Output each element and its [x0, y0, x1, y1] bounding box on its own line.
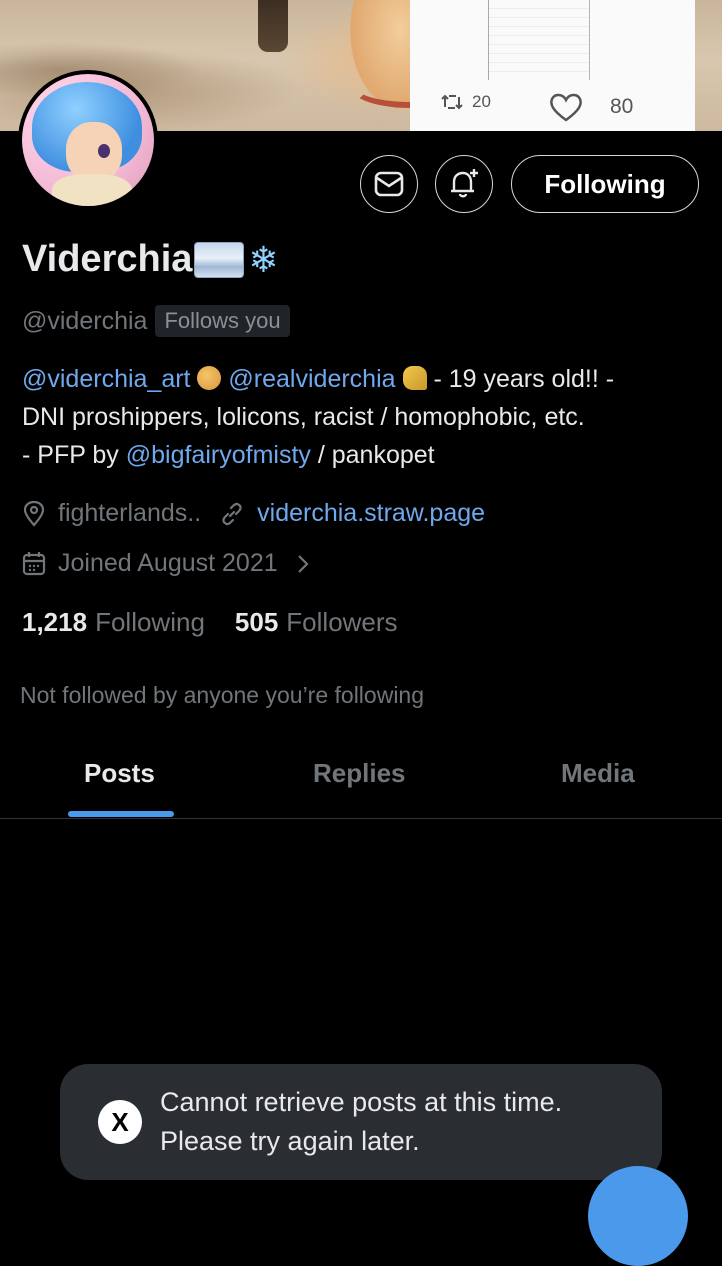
- following-count: 1,218: [22, 607, 88, 637]
- bio-text-age: - 19 years old!! -: [433, 365, 615, 393]
- bio-mention-art[interactable]: @viderchia_art: [22, 365, 191, 393]
- heart-icon: [550, 93, 582, 122]
- tab-media[interactable]: Media: [561, 758, 635, 789]
- toast-line-1: Cannot retrieve posts at this time.: [160, 1087, 563, 1117]
- message-button[interactable]: [360, 155, 418, 213]
- location: fighterlands..: [58, 499, 202, 527]
- link-icon: [222, 502, 242, 525]
- follows-you-badge: Follows you: [155, 305, 290, 337]
- followers-count: 505: [234, 607, 279, 637]
- followers-count-link[interactable]: 505 Followers: [235, 607, 398, 638]
- toast-line-2: Please try again later.: [160, 1126, 420, 1156]
- fog-emoji-icon: [194, 241, 245, 278]
- banner-retweet-count: 20: [472, 92, 491, 111]
- avatar-image: [22, 74, 154, 206]
- bio-text-pfp-suffix: / pankopet: [310, 441, 435, 469]
- following-count-link[interactable]: 1,218 Following: [22, 607, 205, 638]
- display-name: Viderchia: [22, 238, 193, 280]
- not-followed-note: Not followed by anyone you’re following: [20, 682, 425, 708]
- snowflake-emoji-icon: ❄: [248, 238, 279, 280]
- active-tab-indicator: [68, 811, 174, 817]
- palette-emoji-icon: [197, 366, 222, 390]
- bio-text-pfp-prefix: - PFP by: [22, 441, 126, 469]
- following-button[interactable]: Following: [511, 155, 699, 213]
- x-logo-icon: X: [98, 1100, 142, 1144]
- location-website-row: fighterlands.. viderchia.straw.page: [22, 499, 485, 528]
- banner-figure: [258, 0, 288, 52]
- avatar[interactable]: [18, 70, 158, 210]
- banner-like-count: 80: [610, 95, 634, 118]
- follow-counts: 1,218 Following 505 Followers: [22, 607, 398, 638]
- bio-text-dni: DNI proshippers, lolicons, racist / homo…: [22, 403, 585, 431]
- calendar-icon: [22, 551, 46, 575]
- tab-posts[interactable]: Posts: [84, 758, 155, 789]
- chevron-right-icon: [297, 554, 309, 573]
- location-pin-icon: [23, 500, 45, 527]
- banner-retweet-stat: 20: [440, 92, 491, 112]
- handle-row: @viderchia Follows you: [22, 305, 290, 337]
- display-name-row: Viderchia ❄: [22, 238, 279, 281]
- key-emoji-icon: [402, 366, 427, 390]
- bell-plus-icon: [451, 169, 478, 198]
- notifications-button[interactable]: [435, 155, 493, 213]
- bio: @viderchia_art @realviderchia - 19 years…: [22, 360, 702, 474]
- envelope-icon: [374, 171, 404, 197]
- tab-replies[interactable]: Replies: [313, 758, 406, 789]
- following-count-label: Following: [95, 607, 205, 637]
- banner-like-stat: 80: [548, 92, 633, 122]
- joined-row[interactable]: Joined August 2021: [22, 549, 324, 578]
- bio-mention-pfp[interactable]: @bigfairyofmisty: [126, 441, 311, 469]
- toast-message: Cannot retrieve posts at this time. Plea…: [160, 1083, 562, 1161]
- joined-date: Joined August 2021: [58, 549, 278, 577]
- retweet-icon: [441, 94, 463, 110]
- banner-doodle: [488, 0, 590, 80]
- followers-count-label: Followers: [286, 607, 398, 637]
- website-link[interactable]: viderchia.straw.page: [257, 499, 485, 528]
- handle: @viderchia: [22, 306, 148, 335]
- error-toast: X Cannot retrieve posts at this time. Pl…: [60, 1064, 662, 1180]
- bio-mention-real[interactable]: @realviderchia: [228, 365, 395, 393]
- profile-tabs: Posts Replies Media: [0, 740, 722, 819]
- compose-fab-button[interactable]: [588, 1166, 688, 1266]
